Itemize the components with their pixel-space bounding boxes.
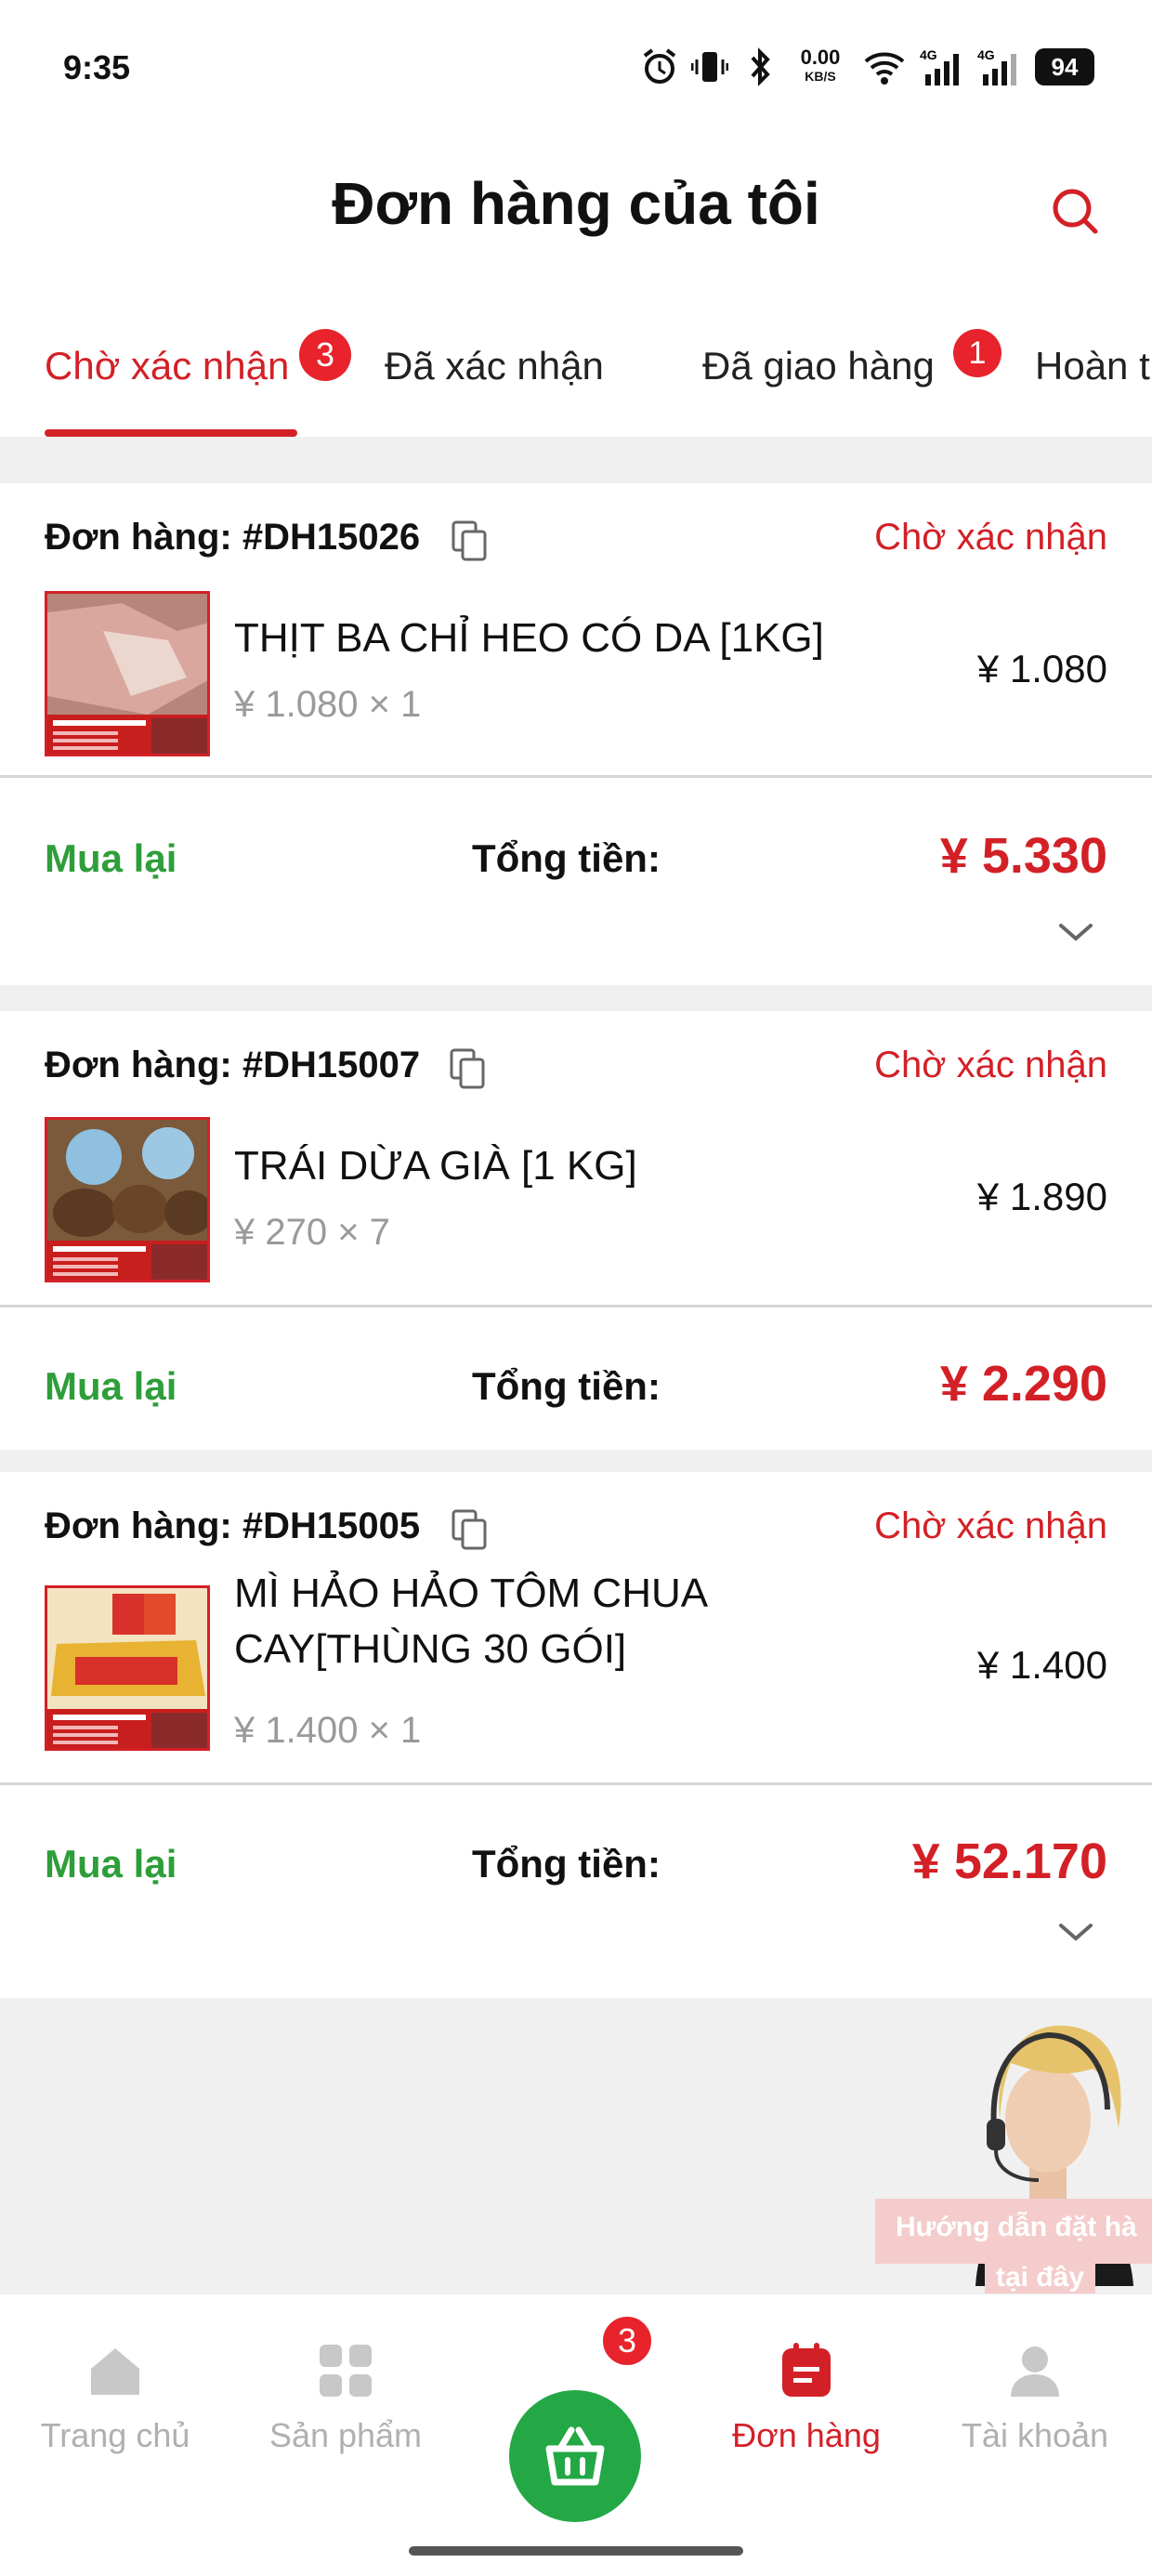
product-image-noodles <box>47 1588 207 1748</box>
tab-badge-pending: 3 <box>299 329 351 381</box>
order-id: Đơn hàng: #DH15026 <box>45 517 421 558</box>
chevron-down-icon[interactable] <box>1057 1918 1094 1946</box>
total-label: Tổng tiền: <box>472 1364 661 1408</box>
net-speed: 0.00 KB/S <box>800 46 841 85</box>
nav-account-label: Tài khoản <box>961 2416 1109 2454</box>
divider <box>0 775 1152 778</box>
tab-cho-xac-nhan[interactable]: Chờ xác nhận <box>45 344 289 388</box>
support-guide-banner[interactable]: Hướng dẫn đặt hà <box>875 2199 1152 2264</box>
nav-products[interactable]: Sản phẩm <box>243 2341 448 2455</box>
nav-products-label: Sản phẩm <box>268 2416 423 2454</box>
wifi-icon <box>864 52 905 85</box>
order-status: Chờ xác nhận <box>874 1045 1107 1085</box>
active-tab-indicator <box>45 429 297 437</box>
section-gap <box>0 1450 1152 1472</box>
product-quantity: ¥ 1.400 × 1 <box>234 1710 422 1751</box>
order-id: Đơn hàng: #DH15005 <box>45 1505 421 1546</box>
divider <box>0 1782 1152 1785</box>
alarm-icon <box>643 48 676 84</box>
order-card[interactable]: Đơn hàng: #DH15007 Chờ xác nhận TRÁI DỪA… <box>0 1011 1152 1450</box>
search-icon[interactable] <box>1046 182 1106 242</box>
tab-da-xac-nhan[interactable]: Đã xác nhận <box>385 344 604 388</box>
section-gap <box>0 437 1152 483</box>
copy-icon[interactable] <box>450 1507 491 1552</box>
tab-hoan-thanh[interactable]: Hoàn t <box>1035 344 1150 388</box>
order-status: Chờ xác nhận <box>874 517 1107 558</box>
product-name-line2: CAY[THÙNG 30 GÓI] <box>234 1626 627 1672</box>
product-name: TRÁI DỪA GIÀ [1 KG] <box>234 1143 637 1189</box>
tab-da-giao-hang[interactable]: Đã giao hàng <box>702 344 935 388</box>
total-value: ¥ 52.170 <box>911 1833 1107 1889</box>
cart-count-badge: 3 <box>600 2314 654 2368</box>
nav-orders-label: Đơn hàng <box>732 2416 881 2454</box>
svg-text:4G: 4G <box>977 47 995 62</box>
product-quantity: ¥ 1.080 × 1 <box>234 684 422 725</box>
copy-icon[interactable] <box>448 1046 489 1091</box>
status-time: 9:35 <box>63 48 131 86</box>
divider <box>0 1305 1152 1308</box>
bluetooth-icon <box>751 47 770 86</box>
order-card[interactable]: Đơn hàng: #DH15026 Chờ xác nhận THỊT BA … <box>0 483 1152 985</box>
user-icon <box>1011 2346 1059 2397</box>
nav-account[interactable]: Tài khoản <box>933 2341 1137 2455</box>
total-label: Tổng tiền: <box>472 1842 661 1886</box>
nav-orders[interactable]: Đơn hàng <box>704 2341 909 2455</box>
signal-icon: 4G <box>920 47 959 85</box>
order-card[interactable]: Đơn hàng: #DH15005 Chờ xác nhận MÌ HẢO H… <box>0 1472 1152 1998</box>
battery-indicator: 94 <box>1035 48 1094 85</box>
chevron-down-icon[interactable] <box>1057 918 1094 946</box>
page-title: Đơn hàng của tôi <box>332 170 820 237</box>
vibrate-icon <box>691 52 728 82</box>
home-icon <box>91 2348 139 2395</box>
copy-icon[interactable] <box>450 519 491 563</box>
tab-badge-delivered: 1 <box>953 329 1001 377</box>
product-name-line1: MÌ HẢO HẢO TÔM CHUA <box>234 1571 709 1616</box>
rebuy-button[interactable]: Mua lại <box>45 1842 177 1886</box>
cart-button[interactable] <box>509 2390 641 2522</box>
orders-icon <box>782 2343 831 2397</box>
product-image-coconut <box>47 1120 207 1280</box>
support-guide-sub[interactable]: tại đây <box>985 2260 1096 2295</box>
product-price: ¥ 1.400 <box>976 1643 1107 1687</box>
total-label: Tổng tiền: <box>472 836 661 880</box>
rebuy-button[interactable]: Mua lại <box>45 836 177 881</box>
order-status-tabs: Chờ xác nhận 3 Đã xác nhận Đã giao hàng … <box>0 316 1152 437</box>
svg-text:4G: 4G <box>920 47 937 62</box>
nav-home[interactable]: Trang chủ <box>13 2341 217 2455</box>
total-value: ¥ 5.330 <box>939 828 1107 884</box>
product-name: THỊT BA CHỈ HEO CÓ DA [1KG] <box>234 615 824 661</box>
product-image[interactable] <box>45 1585 210 1751</box>
home-indicator[interactable] <box>409 2546 743 2556</box>
nav-home-label: Trang chủ <box>40 2416 190 2454</box>
status-bar: 9:35 0.00 KB/S 4G 4G 94 <box>0 0 1152 130</box>
product-image-meat <box>47 594 207 754</box>
section-gap <box>0 985 1152 1011</box>
basket-icon <box>545 2426 605 2486</box>
product-image[interactable] <box>45 1117 210 1282</box>
total-value: ¥ 2.290 <box>939 1356 1107 1412</box>
order-status: Chờ xác nhận <box>874 1505 1107 1546</box>
product-price: ¥ 1.080 <box>976 647 1107 690</box>
page-header: Đơn hàng của tôi <box>0 149 1152 269</box>
status-icons: 0.00 KB/S 4G 4G 94 <box>641 41 1094 93</box>
rebuy-button[interactable]: Mua lại <box>45 1364 177 1409</box>
product-quantity: ¥ 270 × 7 <box>234 1212 390 1253</box>
product-image[interactable] <box>45 591 210 756</box>
grid-icon <box>320 2345 372 2397</box>
order-id: Đơn hàng: #DH15007 <box>45 1045 421 1085</box>
product-price: ¥ 1.890 <box>976 1175 1107 1218</box>
app-screen: 9:35 0.00 KB/S 4G 4G 94 Đơn hàng của tôi … <box>0 0 1152 2576</box>
signal-icon-2: 4G <box>977 47 1016 85</box>
